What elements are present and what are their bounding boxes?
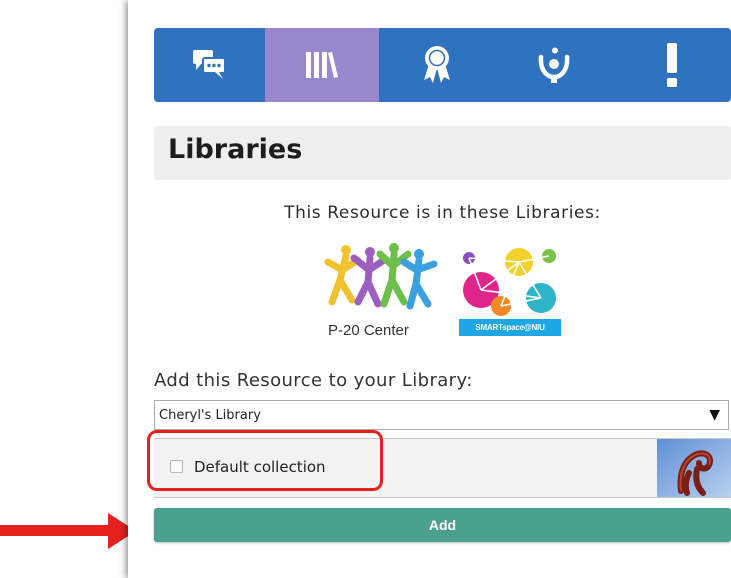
smartspace-caption: SMARTspace@NIU [459,319,561,336]
add-to-library-label: Add this Resource to your Library: [154,370,473,391]
library-select[interactable]: Cheryl's Library ▼ [154,400,729,430]
award-ribbon-icon [422,46,452,84]
p20-center-caption: P-20 Center [328,322,409,339]
section-heading-bar: Libraries [154,126,731,180]
resource-tab-bar [154,28,731,102]
comments-icon [192,50,227,80]
person-hand-icon [538,47,570,83]
library-books-icon [306,50,338,80]
tab-rate[interactable] [495,28,612,102]
resource-side-panel: Libraries This Resource is in these Libr… [128,0,731,578]
exclamation-icon [665,43,679,87]
tab-report[interactable] [612,28,731,102]
section-heading: Libraries [168,134,303,165]
highlight-annotation-box [147,430,383,491]
in-libraries-label: This Resource is in these Libraries: [284,203,601,223]
add-button[interactable]: Add [154,508,731,542]
red-pointer-arrow [0,513,136,549]
collection-thumbnail-image [657,439,731,497]
tab-libraries[interactable] [265,28,379,102]
smartspace-logo[interactable] [459,240,561,320]
p20-center-logo[interactable] [324,240,440,322]
tab-standards[interactable] [379,28,495,102]
library-select-value: Cheryl's Library [159,407,261,423]
tab-comments[interactable] [154,28,265,102]
select-arrow-icon: ▼ [709,407,720,423]
